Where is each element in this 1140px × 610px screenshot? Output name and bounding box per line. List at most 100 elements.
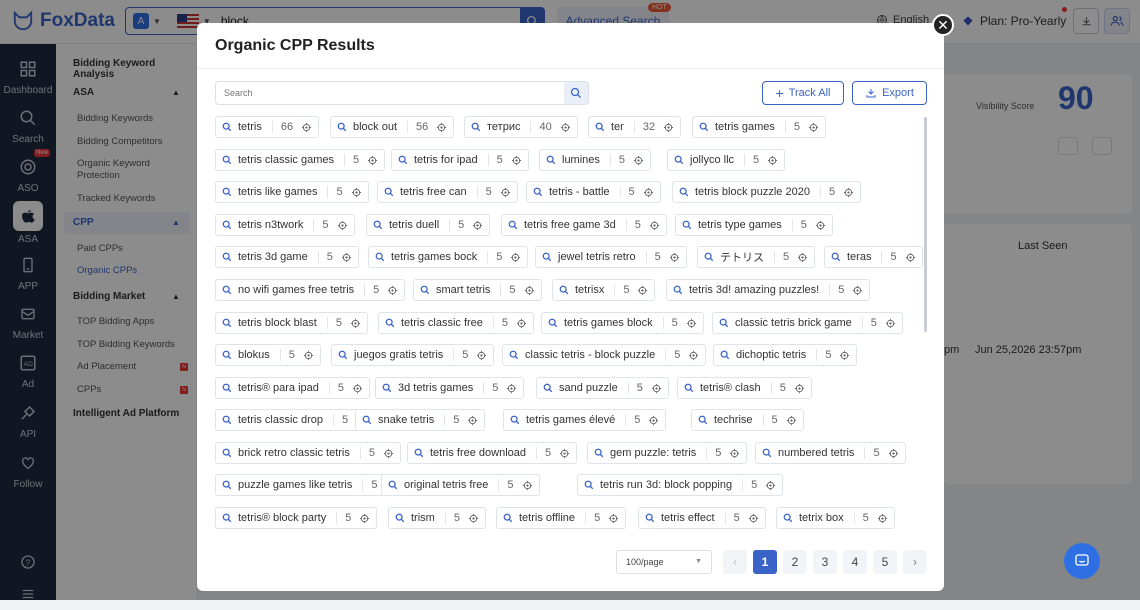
track-target-icon[interactable] bbox=[522, 480, 533, 491]
export-button[interactable]: Export bbox=[852, 81, 927, 105]
keyword-chip[interactable]: tetris 66 bbox=[215, 116, 320, 138]
track-target-icon[interactable] bbox=[511, 155, 522, 166]
track-target-icon[interactable] bbox=[608, 513, 619, 524]
keyword-chip[interactable]: tetris free can 5 bbox=[377, 181, 518, 203]
keyword-text[interactable]: snake tetris bbox=[378, 414, 434, 426]
keyword-text[interactable]: tetrisx bbox=[575, 284, 604, 296]
keyword-chip[interactable]: juegos gratis tetris 5 bbox=[331, 344, 495, 366]
track-target-icon[interactable] bbox=[643, 187, 654, 198]
track-target-icon[interactable] bbox=[506, 383, 517, 394]
keyword-text[interactable]: tetris free game 3d bbox=[524, 219, 616, 231]
keyword-search-input[interactable] bbox=[224, 88, 564, 98]
track-target-icon[interactable] bbox=[885, 318, 896, 329]
keyword-chip[interactable]: classic tetris - block puzzle 5 bbox=[502, 344, 707, 366]
track-target-icon[interactable] bbox=[359, 513, 370, 524]
keyword-text[interactable]: smart tetris bbox=[436, 284, 490, 296]
track-target-icon[interactable] bbox=[651, 383, 662, 394]
track-target-icon[interactable] bbox=[686, 318, 697, 329]
keyword-text[interactable]: gem puzzle: tetris bbox=[610, 447, 696, 459]
keyword-chip[interactable]: tetris block puzzle 2020 5 bbox=[672, 181, 862, 203]
keyword-chip[interactable]: tetris effect 5 bbox=[638, 507, 766, 529]
keyword-text[interactable]: tetris 3d! amazing puzzles! bbox=[689, 284, 819, 296]
keyword-text[interactable]: original tetris free bbox=[404, 479, 488, 491]
keyword-text[interactable]: tetris type games bbox=[698, 219, 782, 231]
keyword-chip[interactable]: tetris classic free 5 bbox=[378, 312, 535, 334]
keyword-chip[interactable]: smart tetris 5 bbox=[413, 279, 542, 301]
keyword-chip[interactable]: jollyco llc 5 bbox=[667, 149, 786, 171]
keyword-chip[interactable]: trism 5 bbox=[388, 507, 486, 529]
keyword-text[interactable]: puzzle games like tetris bbox=[238, 479, 352, 491]
keyword-chip[interactable]: techrise 5 bbox=[691, 409, 804, 431]
keyword-chip[interactable]: jewel tetris retro 5 bbox=[535, 246, 687, 268]
track-target-icon[interactable] bbox=[303, 350, 314, 361]
track-target-icon[interactable] bbox=[888, 448, 899, 459]
keyword-chip[interactable]: tetris run 3d: block popping 5 bbox=[577, 474, 784, 496]
keyword-search-button[interactable] bbox=[564, 82, 588, 104]
track-target-icon[interactable] bbox=[765, 480, 776, 491]
track-target-icon[interactable] bbox=[352, 383, 363, 394]
keyword-chip[interactable]: tetris 3d! amazing puzzles! 5 bbox=[666, 279, 871, 301]
keyword-chip[interactable]: tetrix box 5 bbox=[776, 507, 895, 529]
keyword-chip[interactable]: no wifi games free tetris 5 bbox=[215, 279, 406, 301]
keyword-text[interactable]: tetris block puzzle 2020 bbox=[695, 186, 810, 198]
keyword-text[interactable]: tetris like games bbox=[238, 186, 317, 198]
track-target-icon[interactable] bbox=[797, 252, 808, 263]
track-target-icon[interactable] bbox=[843, 187, 854, 198]
keyword-chip[interactable]: gem puzzle: tetris 5 bbox=[587, 442, 748, 464]
keyword-chip[interactable]: tetris free download 5 bbox=[407, 442, 578, 464]
keyword-text[interactable]: jollyco llc bbox=[690, 154, 734, 166]
chat-support-button[interactable] bbox=[1064, 543, 1100, 579]
track-target-icon[interactable] bbox=[905, 252, 916, 263]
keyword-text[interactable]: tetris games block bbox=[564, 317, 653, 329]
track-target-icon[interactable] bbox=[516, 318, 527, 329]
keyword-text[interactable]: tetrix box bbox=[799, 512, 844, 524]
close-modal-button[interactable]: ✕ bbox=[932, 14, 954, 36]
track-target-icon[interactable] bbox=[808, 122, 819, 133]
keyword-text[interactable]: tetris games élevé bbox=[526, 414, 615, 426]
track-target-icon[interactable] bbox=[669, 252, 680, 263]
keyword-text[interactable]: teras bbox=[847, 251, 871, 263]
keyword-text[interactable]: テトリス bbox=[720, 249, 764, 265]
page-2-button[interactable]: 2 bbox=[783, 550, 807, 574]
keyword-text[interactable]: tetris® para ipad bbox=[238, 382, 319, 394]
keyword-chip[interactable]: tetris® para ipad 5 bbox=[215, 377, 370, 399]
keyword-chip[interactable]: teras 5 bbox=[824, 246, 923, 268]
keyword-text[interactable]: juegos gratis tetris bbox=[354, 349, 443, 361]
keyword-text[interactable]: tetris free can bbox=[400, 186, 467, 198]
keyword-chip[interactable]: tetris like games 5 bbox=[215, 181, 369, 203]
keyword-chip[interactable]: tetris games block 5 bbox=[541, 312, 704, 334]
track-target-icon[interactable] bbox=[510, 252, 521, 263]
keyword-chip[interactable]: numbered tetris 5 bbox=[755, 442, 906, 464]
keyword-chip[interactable]: brick retro classic tetris 5 bbox=[215, 442, 401, 464]
keyword-chip[interactable]: 3d tetris games 5 bbox=[375, 377, 525, 399]
track-target-icon[interactable] bbox=[794, 383, 805, 394]
keyword-text[interactable]: tetris classic drop bbox=[238, 414, 323, 426]
scrollbar[interactable] bbox=[924, 117, 927, 332]
keyword-chip[interactable]: tetris for ipad 5 bbox=[391, 149, 529, 171]
keyword-text[interactable]: classic tetris brick game bbox=[735, 317, 852, 329]
keyword-text[interactable]: tetris games bock bbox=[391, 251, 477, 263]
keyword-chip[interactable]: blokus 5 bbox=[215, 344, 321, 366]
keyword-chip[interactable]: tetris - battle 5 bbox=[526, 181, 661, 203]
keyword-chip[interactable]: tetris block blast 5 bbox=[215, 312, 368, 334]
keyword-text[interactable]: sand puzzle bbox=[559, 382, 618, 394]
keyword-text[interactable]: no wifi games free tetris bbox=[238, 284, 354, 296]
track-target-icon[interactable] bbox=[350, 318, 361, 329]
keyword-text[interactable]: classic tetris - block puzzle bbox=[525, 349, 655, 361]
keyword-chip[interactable]: tetris 3d game 5 bbox=[215, 246, 359, 268]
keyword-text[interactable]: 3d tetris games bbox=[398, 382, 473, 394]
keyword-text[interactable]: numbered tetris bbox=[778, 447, 854, 459]
track-target-icon[interactable] bbox=[468, 513, 479, 524]
keyword-text[interactable]: lumines bbox=[562, 154, 600, 166]
keyword-chip[interactable]: tetris® clash 5 bbox=[677, 377, 812, 399]
keyword-chip[interactable]: puzzle games like tetris 5 bbox=[215, 474, 404, 496]
keyword-text[interactable]: tetris classic games bbox=[238, 154, 334, 166]
keyword-text[interactable]: tetris duell bbox=[389, 219, 439, 231]
keyword-text[interactable]: tetris n3twork bbox=[238, 219, 303, 231]
track-target-icon[interactable] bbox=[476, 350, 487, 361]
keyword-text[interactable]: tetris effect bbox=[661, 512, 715, 524]
keyword-chip[interactable]: original tetris free 5 bbox=[381, 474, 540, 496]
track-target-icon[interactable] bbox=[337, 220, 348, 231]
track-target-icon[interactable] bbox=[367, 155, 378, 166]
keyword-text[interactable]: tetris® block party bbox=[238, 512, 326, 524]
